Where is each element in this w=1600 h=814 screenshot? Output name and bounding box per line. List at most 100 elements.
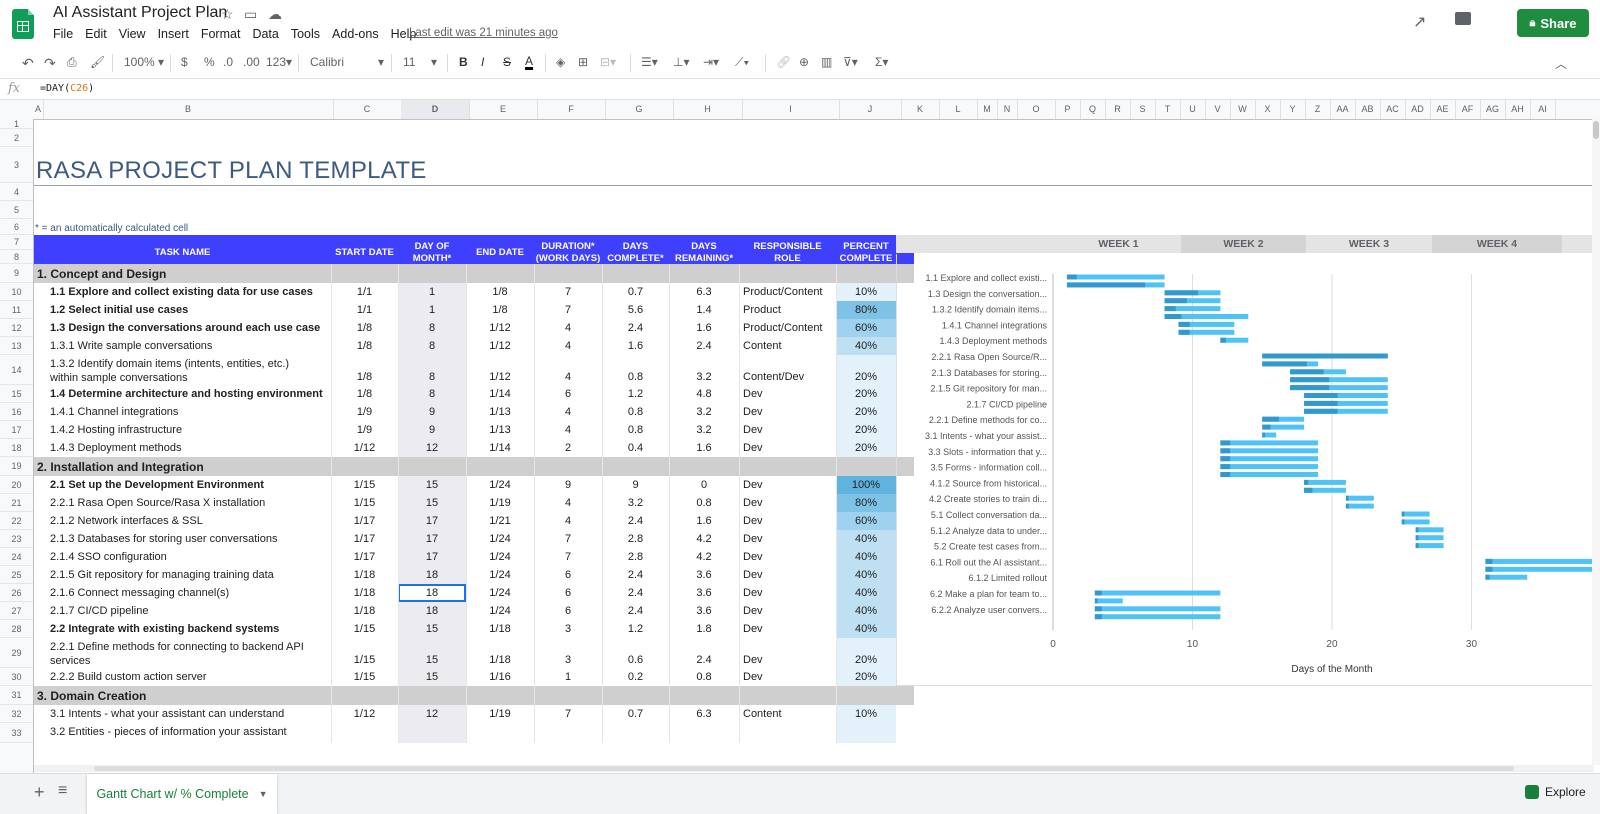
table-row[interactable]: 1.4 Determine architecture and hosting e… [34,385,914,403]
cell-done[interactable]: 0.8 [602,421,669,439]
cell-task[interactable]: 1.2 Select initial use cases [34,301,331,319]
cell-role[interactable]: Product [739,301,836,319]
table-row[interactable]: 3.1 Intents - what your assistant can un… [34,705,914,723]
cell-role[interactable]: Dev [739,602,836,620]
table-row[interactable]: 1.3.1 Write sample conversations 1/8 8 1/12… [34,337,914,355]
cell-role[interactable]: Dev [739,620,836,638]
bold-icon[interactable]: B [459,55,468,69]
cell-done[interactable]: 1.6 [602,337,669,355]
cell-pct[interactable]: 10% [836,705,896,723]
star-icon[interactable]: ☆ [221,6,234,23]
cell-role[interactable]: Dev [739,548,836,566]
row-header-7[interactable]: 7 [0,235,33,250]
horizontal-scrollbar[interactable] [34,765,1594,772]
column-header-f[interactable]: F [537,100,606,119]
text-rotation-icon[interactable]: ⟋▾ [735,55,749,70]
column-header-af[interactable]: AF [1455,100,1481,119]
row-header-28[interactable]: 28 [0,620,33,638]
cell-dom[interactable]: 9 [398,403,466,421]
cell-role[interactable]: Content [739,337,836,355]
cell-dur[interactable]: 4 [534,355,602,385]
column-header-r[interactable]: R [1105,100,1131,119]
cell-end[interactable]: 1/8 [466,283,534,301]
cell-pct[interactable]: 10% [836,283,896,301]
row-header-32[interactable]: 32 [0,705,33,723]
cell-rem[interactable]: 3.6 [669,584,739,602]
cell-role[interactable]: Dev [739,439,836,457]
cell-done[interactable]: 0.7 [602,283,669,301]
cell-start[interactable]: 1/8 [331,337,398,355]
cell-dom[interactable]: 1 [398,283,466,301]
share-button[interactable]: 🔒︎ Share [1517,9,1589,37]
cell-start[interactable]: 1/12 [331,439,398,457]
row-header-20[interactable]: 20 [0,476,33,494]
cell-task[interactable]: 1.4 Determine architecture and hosting e… [34,385,331,403]
cell-pct[interactable]: 20% [836,403,896,421]
cell-rem[interactable]: 4.2 [669,548,739,566]
cell-done[interactable]: 0.7 [602,705,669,723]
table-row[interactable]: 2.2.2 Build custom action server 1/15 15 1/… [34,668,914,686]
row-header-8[interactable]: 8 [0,250,33,264]
cell-dur[interactable]: 4 [534,403,602,421]
cell-done[interactable]: 2.4 [602,584,669,602]
cell-dur[interactable]: 7 [534,530,602,548]
row-header-6[interactable]: 6 [0,219,33,235]
row-header-4[interactable]: 4 [0,183,33,201]
more-formats-select[interactable]: 123▾ [266,55,292,69]
merge-cells-icon[interactable]: ⊟▾ [600,55,616,69]
cell-start[interactable]: 1/18 [331,602,398,620]
cell-end[interactable]: 1/14 [466,439,534,457]
cell-end[interactable] [466,723,534,743]
row-header-24[interactable]: 24 [0,548,33,566]
menu-edit[interactable]: Edit [85,27,107,41]
row-header-11[interactable]: 11 [0,301,33,319]
column-header-ae[interactable]: AE [1430,100,1456,119]
font-select[interactable]: Calibri ▾ [310,55,385,69]
table-row[interactable]: 2.2 Integrate with existing backend syst… [34,620,914,638]
cell-pct[interactable]: 100% [836,476,896,494]
cell-pct[interactable]: 40% [836,566,896,584]
cell-task[interactable]: 2.1.3 Databases for storing user convers… [34,530,331,548]
row-header-33[interactable]: 33 [0,723,33,743]
cell-dom[interactable]: 17 [398,512,466,530]
cell-done[interactable]: 2.8 [602,548,669,566]
cell-pct[interactable]: 20% [836,439,896,457]
cell-dom[interactable]: 8 [398,355,466,385]
column-header-z[interactable]: Z [1305,100,1331,119]
cell-pct[interactable]: 80% [836,494,896,512]
cell-rem[interactable]: 0.8 [669,668,739,686]
cell-rem[interactable]: 1.4 [669,301,739,319]
cell-dom[interactable]: 18 [398,602,466,620]
column-header-b[interactable]: B [43,100,334,119]
cell-start[interactable]: 1/8 [331,385,398,403]
cell-done[interactable]: 0.8 [602,403,669,421]
cell-done[interactable]: 1.2 [602,385,669,403]
table-row[interactable]: 1.4.1 Channel integrations 1/9 9 1/13 4 0.8 3.… [34,403,914,421]
functions-icon[interactable]: Σ▾ [875,55,888,69]
cell-dom[interactable]: 8 [398,385,466,403]
row-header-16[interactable]: 16 [0,403,33,421]
cell-role[interactable]: Dev [739,476,836,494]
cell-end[interactable]: 1/19 [466,494,534,512]
column-header-u[interactable]: U [1180,100,1206,119]
cell-dom[interactable]: 9 [398,421,466,439]
text-wrapping-icon[interactable]: ⇥▾ [703,55,719,69]
font-size-select[interactable]: 11 ▾ [403,55,438,69]
table-row[interactable]: 2.2.1 Rasa Open Source/Rasa X installati… [34,494,914,512]
cell-dur[interactable]: 4 [534,494,602,512]
cell-dom[interactable]: 15 [398,668,466,686]
cell-start[interactable]: 1/8 [331,319,398,337]
cell-dur[interactable] [534,723,602,743]
cell-done[interactable]: 0.4 [602,439,669,457]
menu-insert[interactable]: Insert [158,27,189,41]
cell-end[interactable]: 1/19 [466,705,534,723]
cell-role[interactable]: Dev [739,494,836,512]
cell-end[interactable]: 1/13 [466,421,534,439]
column-header-l[interactable]: L [939,100,978,119]
redo-icon[interactable]: ↷ [44,55,56,72]
currency-format-button[interactable]: $ [181,55,188,69]
cell-role[interactable] [739,723,836,743]
cell-pct[interactable] [836,723,896,743]
print-icon[interactable]: ⎙ [67,55,77,70]
borders-icon[interactable]: ⊞ [578,55,588,69]
